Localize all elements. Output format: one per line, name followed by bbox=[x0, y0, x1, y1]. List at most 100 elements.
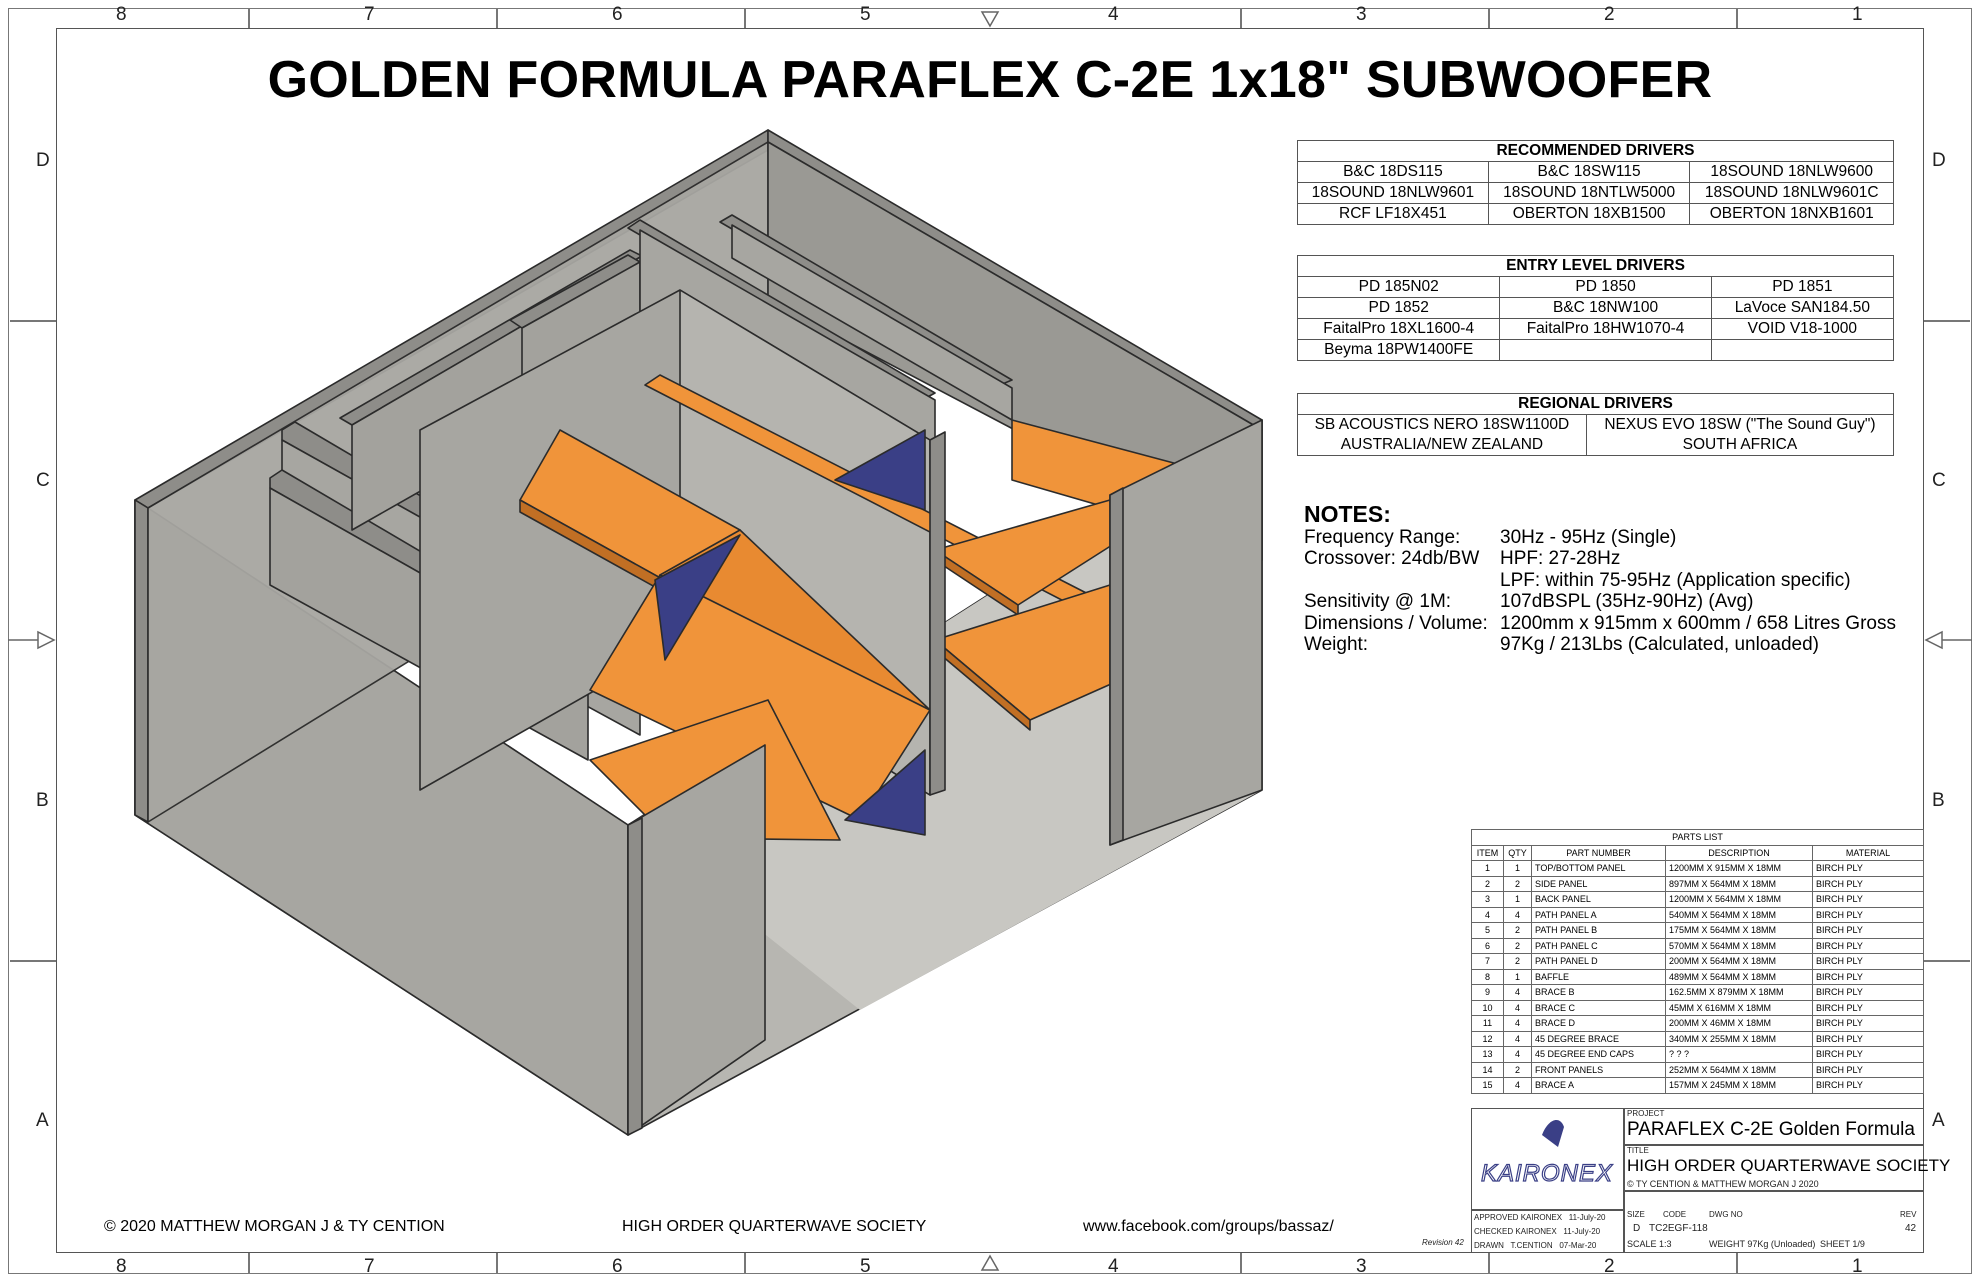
parts-cell: BIRCH PLY bbox=[1811, 1046, 1925, 1063]
parts-cell: 1 bbox=[1471, 860, 1504, 877]
driver-cell: 18SOUND 18NLW9601 bbox=[1297, 182, 1489, 204]
notes-title: NOTES: bbox=[1304, 501, 1391, 527]
parts-cell: 15 bbox=[1471, 1077, 1504, 1094]
note-label bbox=[1304, 570, 1500, 592]
parts-header-cell: DESCRIPTION bbox=[1665, 844, 1813, 861]
table-row: 4 4 PATH PANEL A 540MM X 564MM X 18MM BIRCH … bbox=[1471, 906, 1925, 923]
footer-link[interactable]: www.facebook.com/groups/bassaz/ bbox=[1083, 1218, 1334, 1236]
footer-copyright: © 2020 MATTHEW MORGAN J & TY CENTION bbox=[104, 1218, 445, 1235]
parts-cell: 162.5MM X 879MM X 18MM bbox=[1665, 984, 1813, 1001]
note-label: Dimensions / Volume: bbox=[1304, 612, 1488, 634]
table-row: 2 2 SIDE PANEL 897MM X 564MM X 18MM BIRCH PL… bbox=[1471, 875, 1925, 892]
driver-cell: FaitalPro 18XL1600-4 bbox=[1296, 318, 1501, 340]
parts-cell: 157MM X 245MM X 18MM bbox=[1665, 1077, 1813, 1094]
recommended-drivers-table: RECOMMENDED DRIVERS B&C 18DS115 B&C 18SW… bbox=[1297, 140, 1894, 225]
parts-cell: BAFFLE bbox=[1531, 968, 1666, 985]
table-row: 1 1 TOP/BOTTOM PANEL 1200MM X 915MM X 18MM B… bbox=[1471, 860, 1925, 877]
code-value: TC2EGF-118 bbox=[1649, 1223, 1708, 1234]
parts-cell: 2 bbox=[1471, 875, 1504, 892]
parts-cell: BIRCH PLY bbox=[1811, 968, 1925, 985]
project-label: PROJECT bbox=[1627, 1109, 1665, 1118]
parts-cell: 4 bbox=[1503, 1046, 1532, 1063]
parts-cell: 13 bbox=[1471, 1046, 1504, 1063]
parts-cell: FRONT PANELS bbox=[1531, 1061, 1666, 1078]
table-row: 13 4 45 DEGREE END CAPS? ? ? BIRCH PLY bbox=[1471, 1046, 1925, 1063]
parts-header-cell: MATERIAL bbox=[1811, 844, 1925, 861]
sheet-value: SHEET 1/9 bbox=[1820, 1239, 1865, 1249]
code-label: CODE bbox=[1663, 1210, 1687, 1219]
parts-cell: SIDE PANEL bbox=[1531, 875, 1666, 892]
parts-cell: PATH PANEL B bbox=[1531, 922, 1666, 939]
regional-driver: SB ACOUSTICS NERO 18SW1100D bbox=[1314, 416, 1570, 433]
parts-cell: 10 bbox=[1471, 999, 1504, 1016]
size-value: D bbox=[1633, 1223, 1641, 1234]
regional-cell: SB ACOUSTICS NERO 18SW1100D AUSTRALIA/NE… bbox=[1297, 414, 1587, 456]
table-row: 14 2 FRONT PANELS 252MM X 564MM X 18MM BIRCH… bbox=[1471, 1061, 1925, 1078]
parts-cell: BIRCH PLY bbox=[1811, 922, 1925, 939]
parts-cell: TOP/BOTTOM PANEL bbox=[1531, 860, 1666, 877]
parts-cell: BIRCH PLY bbox=[1811, 1030, 1925, 1047]
driver-cell: VOID V18-1000 bbox=[1710, 318, 1895, 340]
driver-cell bbox=[1499, 339, 1712, 361]
entry-level-drivers-table: ENTRY LEVEL DRIVERS PD 185N02 PD 1850 PD… bbox=[1296, 255, 1895, 361]
parts-cell: 4 bbox=[1503, 1030, 1532, 1047]
parts-cell: BIRCH PLY bbox=[1811, 937, 1925, 954]
parts-cell: 6 bbox=[1471, 937, 1504, 954]
driver-cell: B&C 18SW115 bbox=[1487, 161, 1691, 183]
parts-cell: BIRCH PLY bbox=[1811, 1061, 1925, 1078]
entry-heading: ENTRY LEVEL DRIVERS bbox=[1297, 255, 1894, 277]
parts-cell: 4 bbox=[1471, 906, 1504, 923]
parts-cell: BIRCH PLY bbox=[1811, 860, 1925, 877]
checked-label: CHECKED bbox=[1474, 1227, 1514, 1236]
parts-cell: BRACE B bbox=[1531, 984, 1666, 1001]
regional-drivers-table: REGIONAL DRIVERS SB ACOUSTICS NERO 18SW1… bbox=[1297, 393, 1895, 456]
regional-area: SOUTH AFRICA bbox=[1682, 436, 1798, 453]
driver-cell: PD 1851 bbox=[1710, 276, 1895, 298]
driver-cell: OBERTON 18XB1500 bbox=[1487, 203, 1691, 225]
regional-area: AUSTRALIA/NEW ZEALAND bbox=[1340, 436, 1544, 453]
title-cell: TITLE HIGH ORDER QUARTERWAVE SOCIETY © T… bbox=[1624, 1145, 1950, 1191]
parts-cell: 5 bbox=[1471, 922, 1504, 939]
drawn-row: DRAWN T.CENTION 07-Mar-20 bbox=[1474, 1241, 1596, 1250]
parts-cell: 1200MM X 564MM X 18MM bbox=[1665, 891, 1813, 908]
parts-cell: 7 bbox=[1471, 953, 1504, 970]
table-row: 12 4 45 DEGREE BRACE 340MM X 255MM X 18MM BI… bbox=[1471, 1030, 1925, 1047]
logo-cell: KAIRONEX bbox=[1471, 1108, 1624, 1210]
dwg-label: DWG NO bbox=[1709, 1210, 1743, 1219]
table-row: 6 2 PATH PANEL C 570MM X 564MM X 18MM BIRCH … bbox=[1471, 937, 1925, 954]
checked-by: KAIRONEX bbox=[1515, 1227, 1557, 1236]
driver-cell: 18SOUND 18NLW9601C bbox=[1689, 182, 1894, 204]
drawn-date: 07-Mar-20 bbox=[1559, 1241, 1597, 1250]
table-row: PD 1852 B&C 18NW100 LaVoce SAN184.50 bbox=[1296, 297, 1895, 319]
parts-cell: BIRCH PLY bbox=[1811, 984, 1925, 1001]
sheet-info-cell: SIZE D CODE TC2EGF-118 DWG NO REV 42 SCA… bbox=[1624, 1191, 1924, 1253]
approved-by: KAIRONEX bbox=[1520, 1213, 1563, 1222]
parts-cell: 200MM X 564MM X 18MM bbox=[1665, 953, 1813, 970]
driver-cell: RCF LF18X451 bbox=[1297, 203, 1489, 225]
parts-cell: 540MM X 564MM X 18MM bbox=[1665, 906, 1813, 923]
note-row: Dimensions / Volume: 1200mm x 915mm x 600… bbox=[1304, 613, 1896, 635]
svg-text:KAIRONEX: KAIRONEX bbox=[1481, 1160, 1613, 1187]
table-row: RCF LF18X451 OBERTON 18XB1500 OBERTON 18… bbox=[1297, 203, 1894, 225]
parts-cell: 9 bbox=[1471, 984, 1504, 1001]
table-row: PD 185N02 PD 1850 PD 1851 bbox=[1296, 276, 1895, 298]
parts-cell: 897MM X 564MM X 18MM bbox=[1665, 875, 1813, 892]
regional-heading: REGIONAL DRIVERS bbox=[1297, 393, 1894, 415]
revision-note: Revision 42 bbox=[1422, 1238, 1464, 1247]
note-value: HPF: 27-28Hz bbox=[1500, 548, 1621, 569]
driver-cell: B&C 18NW100 bbox=[1499, 297, 1712, 319]
parts-cell: 45MM X 616MM X 18MM bbox=[1665, 999, 1813, 1016]
parts-cell: BIRCH PLY bbox=[1811, 891, 1925, 908]
parts-cell: BIRCH PLY bbox=[1811, 999, 1925, 1016]
parts-cell: 12 bbox=[1471, 1030, 1504, 1047]
note-value: 1200mm x 915mm x 600mm / 658 Litres Gros… bbox=[1500, 612, 1896, 634]
note-row: Frequency Range: 30Hz - 95Hz (Single) bbox=[1304, 527, 1896, 549]
parts-cell: 2 bbox=[1503, 953, 1532, 970]
brace-column bbox=[929, 431, 946, 796]
checked-date: 11-July-20 bbox=[1563, 1227, 1601, 1236]
parts-cell: 2 bbox=[1503, 922, 1532, 939]
parts-cell: BACK PANEL bbox=[1531, 891, 1666, 908]
parts-cell: 2 bbox=[1503, 1061, 1532, 1078]
parts-cell: BRACE A bbox=[1531, 1077, 1666, 1094]
parts-cell: BRACE C bbox=[1531, 999, 1666, 1016]
